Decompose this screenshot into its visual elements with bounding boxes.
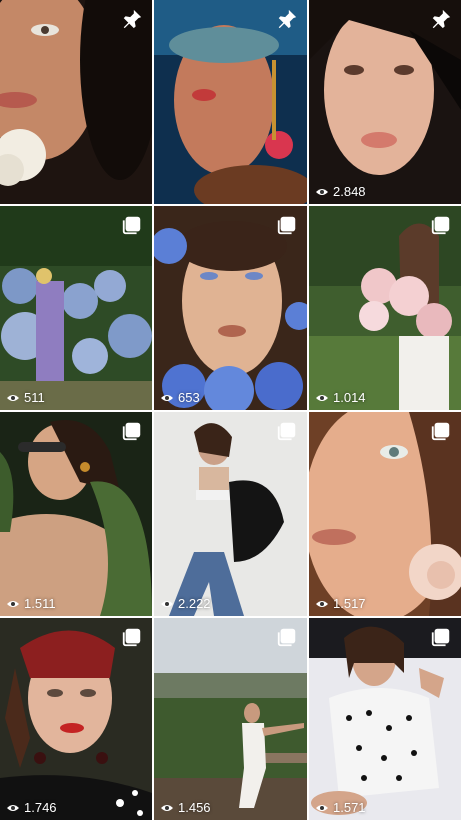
post-tile[interactable]: 653 [154, 206, 307, 410]
carousel-icon [277, 628, 296, 647]
post-tile[interactable]: 1.456 [154, 618, 307, 820]
pin-icon [123, 9, 142, 29]
view-count: 653 [160, 390, 200, 405]
view-count: 511 [6, 390, 45, 405]
post-photo [309, 618, 461, 820]
eye-icon [316, 188, 328, 195]
view-count: 1.517 [315, 596, 366, 611]
carousel-icon [431, 628, 450, 647]
eye-icon [161, 394, 173, 401]
post-tile[interactable]: 1.571 [309, 618, 461, 820]
view-count: 1.511 [6, 596, 56, 611]
post-photo [309, 206, 461, 410]
post-tile[interactable]: 1.511 [0, 412, 152, 616]
post-tile[interactable]: 1.014 [309, 206, 461, 410]
carousel-icon [122, 628, 141, 647]
post-tile[interactable]: 1.517 [309, 412, 461, 616]
eye-icon [7, 600, 19, 607]
post-tile[interactable]: 1.746 [0, 618, 152, 820]
post-photo [154, 412, 307, 616]
eye-icon [316, 804, 328, 811]
carousel-icon [277, 216, 296, 235]
pin-icon [432, 9, 451, 29]
post-photo [309, 412, 461, 616]
view-count: 1.014 [315, 390, 366, 405]
carousel-icon [277, 422, 296, 441]
eye-icon [161, 600, 173, 607]
eye-icon [7, 394, 19, 401]
post-tile[interactable] [154, 0, 307, 204]
posts-grid: 2.848 511 653 1.014 1.511 2.222 1.517 1.… [0, 0, 461, 820]
post-photo [0, 206, 152, 410]
view-count: 2.848 [315, 184, 366, 199]
eye-icon [316, 600, 328, 607]
pin-icon [278, 9, 297, 29]
eye-icon [161, 804, 173, 811]
carousel-icon [431, 422, 450, 441]
post-tile[interactable]: 2.848 [309, 0, 461, 204]
carousel-icon [122, 216, 141, 235]
post-photo [0, 412, 152, 616]
eye-icon [316, 394, 328, 401]
post-photo [0, 0, 152, 204]
view-count: 2.222 [160, 596, 211, 611]
eye-icon [7, 804, 19, 811]
view-count: 1.456 [160, 800, 211, 815]
post-photo [0, 618, 152, 820]
post-tile[interactable]: 511 [0, 206, 152, 410]
view-count: 1.746 [6, 800, 57, 815]
post-tile[interactable]: 2.222 [154, 412, 307, 616]
carousel-icon [122, 422, 141, 441]
post-photo [154, 0, 307, 204]
carousel-icon [431, 216, 450, 235]
view-count: 1.571 [315, 800, 366, 815]
post-tile[interactable] [0, 0, 152, 204]
post-photo [154, 206, 307, 410]
post-photo [309, 0, 461, 204]
post-photo [154, 618, 307, 820]
